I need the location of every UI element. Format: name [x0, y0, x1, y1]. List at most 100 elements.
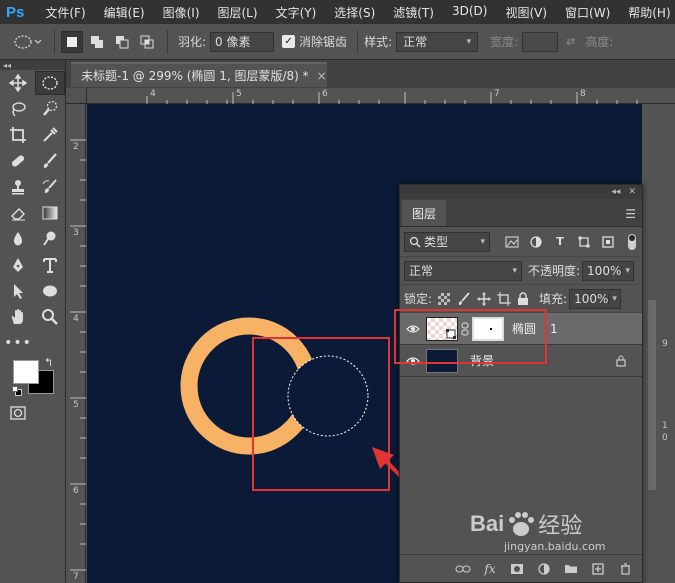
menu-file[interactable]: 文件(F) — [36, 4, 94, 21]
menu-type[interactable]: 文字(Y) — [267, 4, 326, 21]
swap-colors-icon[interactable]: ↰ — [44, 356, 53, 369]
chevron-down-icon: ▾ — [512, 265, 517, 276]
fill-input[interactable]: 100% ▾ — [569, 288, 622, 309]
new-selection-button[interactable] — [61, 30, 83, 53]
clone-stamp-tool[interactable] — [3, 175, 33, 199]
brush-tool[interactable] — [36, 149, 66, 173]
ruler-label: 3 — [73, 228, 79, 238]
filter-kind-dropdown[interactable]: 类型 ▾ — [404, 231, 490, 252]
history-brush-tool[interactable] — [36, 175, 66, 199]
height-label: 高度: — [585, 35, 614, 49]
quick-mask-button[interactable] — [3, 401, 33, 425]
magnifier-icon — [42, 309, 59, 325]
left-ruler-ticks — [70, 139, 86, 571]
lock-transparent-icon[interactable] — [438, 292, 451, 305]
ruler-label: 1 — [662, 421, 668, 431]
gradient-tool[interactable] — [36, 201, 66, 225]
ruler-origin[interactable] — [66, 88, 87, 104]
options-bar: 羽化: 0 像素 ✓ 消除锯齿 样式: 正常 ▾ 宽度: ⇄ 高度: — [0, 24, 675, 60]
close-icon[interactable]: × — [317, 69, 327, 83]
antialias-checkbox[interactable]: ✓ — [282, 35, 296, 48]
elliptical-marquee-icon — [14, 34, 42, 49]
watermark-url: jingyan.baidu.com — [504, 540, 606, 553]
move-tool[interactable] — [3, 71, 32, 95]
left-ruler: 2 3 4 5 6 7 — [66, 104, 86, 583]
chevron-down-icon: ▾ — [466, 36, 472, 47]
more-tools-button[interactable]: ••• — [3, 331, 33, 355]
menu-image[interactable]: 图像(I) — [154, 4, 209, 21]
toolbar-collapse-handle[interactable]: ◂◂ — [0, 60, 65, 70]
panel-menu-icon[interactable]: ☰ — [625, 207, 636, 221]
eraser-tool[interactable] — [3, 201, 33, 225]
collapse-icon[interactable]: ◂◂ — [611, 187, 620, 197]
menu-window[interactable]: 窗口(W) — [556, 4, 619, 21]
filter-kind-value: 类型 — [424, 235, 449, 249]
subtract-selection-button[interactable] — [111, 31, 133, 53]
zoom-tool[interactable] — [36, 305, 66, 329]
add-selection-button[interactable] — [86, 31, 108, 53]
width-label: 宽度: — [490, 35, 519, 49]
tab-layers[interactable]: 图层 — [402, 200, 447, 226]
elliptical-marquee-tool[interactable] — [35, 71, 65, 95]
close-panel-icon[interactable]: ✕ — [628, 187, 636, 197]
orange-ring — [180, 317, 318, 455]
intersect-selection-icon — [140, 35, 154, 48]
shape-filter-icon[interactable] — [577, 236, 591, 248]
menu-filter[interactable]: 滤镜(T) — [384, 4, 443, 21]
pixel-filter-icon[interactable] — [505, 236, 519, 248]
move-icon — [8, 74, 27, 92]
document-tab[interactable]: 未标题-1 @ 299% (椭圆 1, 图层蒙版/8) * × — [71, 62, 327, 87]
opacity-input[interactable]: 100% ▾ — [582, 260, 635, 281]
feather-input[interactable]: 0 像素 — [210, 31, 275, 52]
lock-pixels-icon[interactable] — [457, 291, 471, 306]
panel-titlebar[interactable]: ◂◂ ✕ — [400, 185, 642, 199]
lasso-tool[interactable] — [3, 97, 33, 121]
opacity-value: 100% — [587, 263, 622, 278]
lock-artboard-icon[interactable] — [497, 291, 512, 306]
tool-preset-picker[interactable] — [8, 34, 48, 50]
ellipse-shape-tool[interactable] — [36, 279, 66, 303]
canvas-scrollbar[interactable] — [648, 300, 656, 490]
ruler-label: 2 — [73, 142, 79, 152]
menu-3d[interactable]: 3D(D) — [443, 4, 496, 21]
ruler-label: 6 — [73, 486, 79, 496]
menu-items: 文件(F) 编辑(E) 图像(I) 图层(L) 文字(Y) 选择(S) 滤镜(T… — [36, 4, 675, 21]
eyedropper-icon — [43, 127, 58, 142]
lock-position-icon[interactable] — [477, 291, 492, 306]
crop-tool[interactable] — [3, 123, 33, 147]
blend-mode-value: 正常 — [409, 264, 434, 278]
hand-tool[interactable] — [3, 305, 33, 329]
path-selection-tool[interactable] — [3, 279, 33, 303]
healing-brush-tool[interactable] — [3, 149, 33, 173]
drop-icon — [13, 232, 22, 246]
blur-tool[interactable] — [3, 227, 33, 251]
eyedropper-tool[interactable] — [36, 123, 66, 147]
filter-toggle[interactable] — [628, 233, 636, 250]
smart-object-filter-icon[interactable] — [601, 235, 615, 248]
quick-selection-tool[interactable] — [36, 97, 66, 121]
lasso-icon — [12, 102, 26, 117]
type-tool[interactable] — [36, 253, 66, 277]
ruler-label: 7 — [73, 572, 79, 582]
style-dropdown[interactable]: 正常 ▾ — [396, 31, 479, 52]
type-filter-icon[interactable]: T — [553, 235, 567, 248]
chevron-down-icon: ▾ — [480, 236, 485, 247]
foreground-color-swatch[interactable] — [13, 360, 39, 384]
arrow-cursor-icon — [13, 284, 23, 299]
menu-select[interactable]: 选择(S) — [325, 4, 384, 21]
ruler-label: 9 — [662, 339, 668, 349]
adjustment-filter-icon[interactable] — [529, 235, 543, 248]
blend-mode-dropdown[interactable]: 正常 ▾ — [404, 260, 522, 281]
default-colors-icon[interactable] — [12, 386, 22, 396]
menu-edit[interactable]: 编辑(E) — [95, 4, 154, 21]
menu-layer[interactable]: 图层(L) — [209, 4, 267, 21]
lock-all-icon[interactable] — [517, 291, 529, 306]
swap-dimensions-icon[interactable]: ⇄ — [566, 35, 575, 48]
menu-help[interactable]: 帮助(H) — [619, 4, 675, 21]
bandage-icon — [11, 155, 24, 167]
pen-tool[interactable] — [3, 253, 33, 277]
width-input[interactable] — [522, 31, 559, 52]
dodge-tool[interactable] — [36, 227, 66, 251]
intersect-selection-button[interactable] — [136, 31, 158, 53]
menu-view[interactable]: 视图(V) — [496, 4, 556, 21]
